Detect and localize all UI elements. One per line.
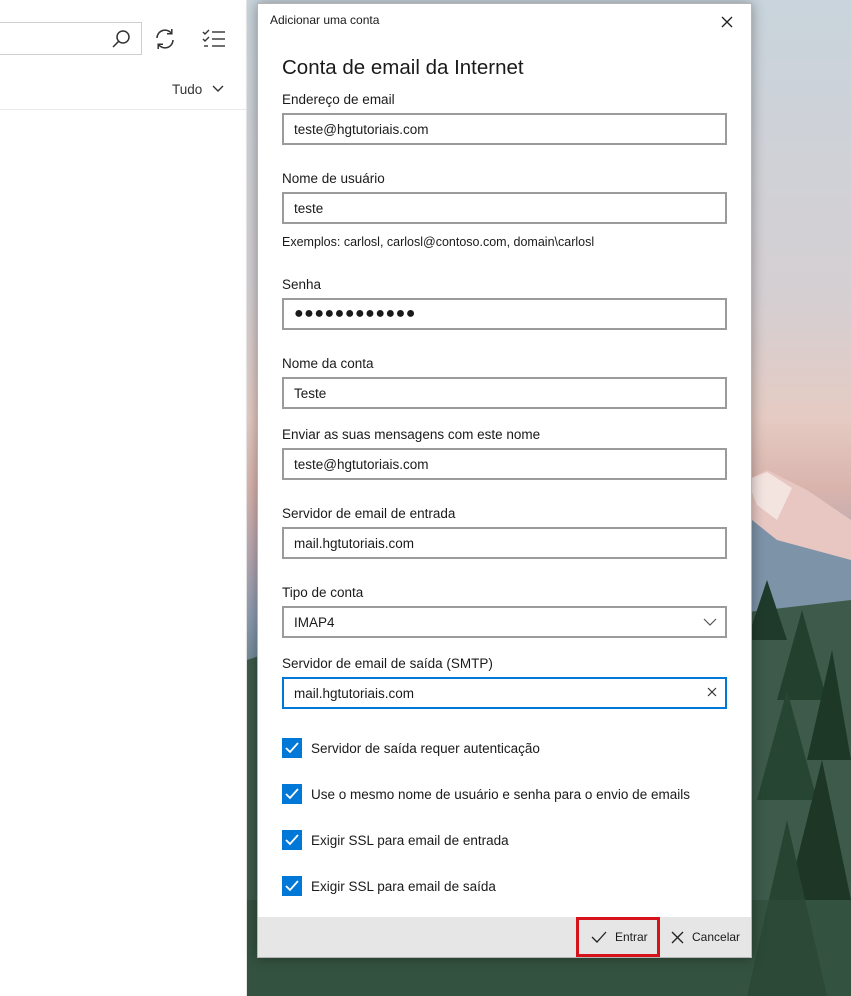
dialog-title: Adicionar uma conta — [270, 13, 380, 27]
account-type-label: Tipo de conta — [282, 585, 364, 600]
close-button[interactable] — [713, 8, 741, 36]
checkbox-checked-icon[interactable] — [282, 784, 302, 804]
checkmark-icon — [591, 931, 607, 943]
email-field[interactable] — [282, 113, 727, 145]
close-icon — [671, 931, 684, 943]
account-name-label: Nome da conta — [282, 356, 374, 371]
dialog-footer: Entrar Cancelar — [258, 917, 751, 957]
outgoing-server-label: Servidor de email de saída (SMTP) — [282, 656, 493, 671]
filter-select-icon[interactable] — [201, 27, 227, 51]
checkbox-label: Exigir SSL para email de saída — [311, 878, 496, 894]
incoming-server-label: Servidor de email de entrada — [282, 506, 456, 521]
chevron-down-icon — [212, 85, 224, 92]
dialog-heading: Conta de email da Internet — [282, 56, 524, 79]
account-type-select[interactable]: IMAP4 — [282, 606, 727, 638]
checkbox-outgoing-auth[interactable]: Servidor de saída requer autenticação — [282, 738, 540, 758]
username-label: Nome de usuário — [282, 171, 385, 186]
password-label: Senha — [282, 277, 322, 292]
enter-button[interactable]: Entrar — [576, 917, 660, 957]
checkbox-checked-icon[interactable] — [282, 876, 302, 896]
checkbox-label: Servidor de saída requer autenticação — [311, 740, 540, 756]
search-input[interactable] — [0, 22, 142, 55]
username-field[interactable] — [282, 192, 727, 224]
filter-dropdown[interactable]: Tudo — [172, 79, 224, 99]
checkbox-label: Use o mesmo nome de usuário e senha para… — [311, 786, 690, 802]
checkbox-ssl-outgoing[interactable]: Exigir SSL para email de saída — [282, 876, 496, 896]
filter-label: Tudo — [172, 81, 203, 97]
add-account-dialog: Adicionar uma conta Conta de email da In… — [257, 3, 752, 958]
checkbox-ssl-incoming[interactable]: Exigir SSL para email de entrada — [282, 830, 509, 850]
mail-app-pane: Tudo — [0, 0, 247, 996]
checkbox-checked-icon[interactable] — [282, 738, 302, 758]
password-field[interactable] — [282, 298, 727, 330]
outgoing-server-field[interactable] — [282, 677, 727, 709]
sync-icon[interactable] — [153, 27, 177, 51]
account-name-field[interactable] — [282, 377, 727, 409]
clear-text-icon[interactable] — [707, 687, 717, 697]
account-type-value: IMAP4 — [294, 614, 335, 630]
send-name-label: Enviar as suas mensagens com este nome — [282, 427, 541, 442]
send-name-field[interactable] — [282, 448, 727, 480]
divider — [0, 109, 246, 110]
chevron-down-icon — [703, 618, 717, 626]
search-icon[interactable] — [111, 29, 131, 49]
checkbox-same-credentials[interactable]: Use o mesmo nome de usuário e senha para… — [282, 784, 690, 804]
enter-button-label: Entrar — [615, 930, 648, 944]
close-icon — [721, 16, 733, 28]
cancel-button-label: Cancelar — [692, 930, 741, 944]
incoming-server-field[interactable] — [282, 527, 727, 559]
checkbox-checked-icon[interactable] — [282, 830, 302, 850]
email-label: Endereço de email — [282, 92, 395, 107]
username-hint: Exemplos: carlosl, carlosl@contoso.com, … — [282, 235, 595, 249]
cancel-button[interactable]: Cancelar — [667, 917, 751, 957]
checkbox-label: Exigir SSL para email de entrada — [311, 832, 509, 848]
outgoing-server-wrap — [282, 677, 727, 709]
